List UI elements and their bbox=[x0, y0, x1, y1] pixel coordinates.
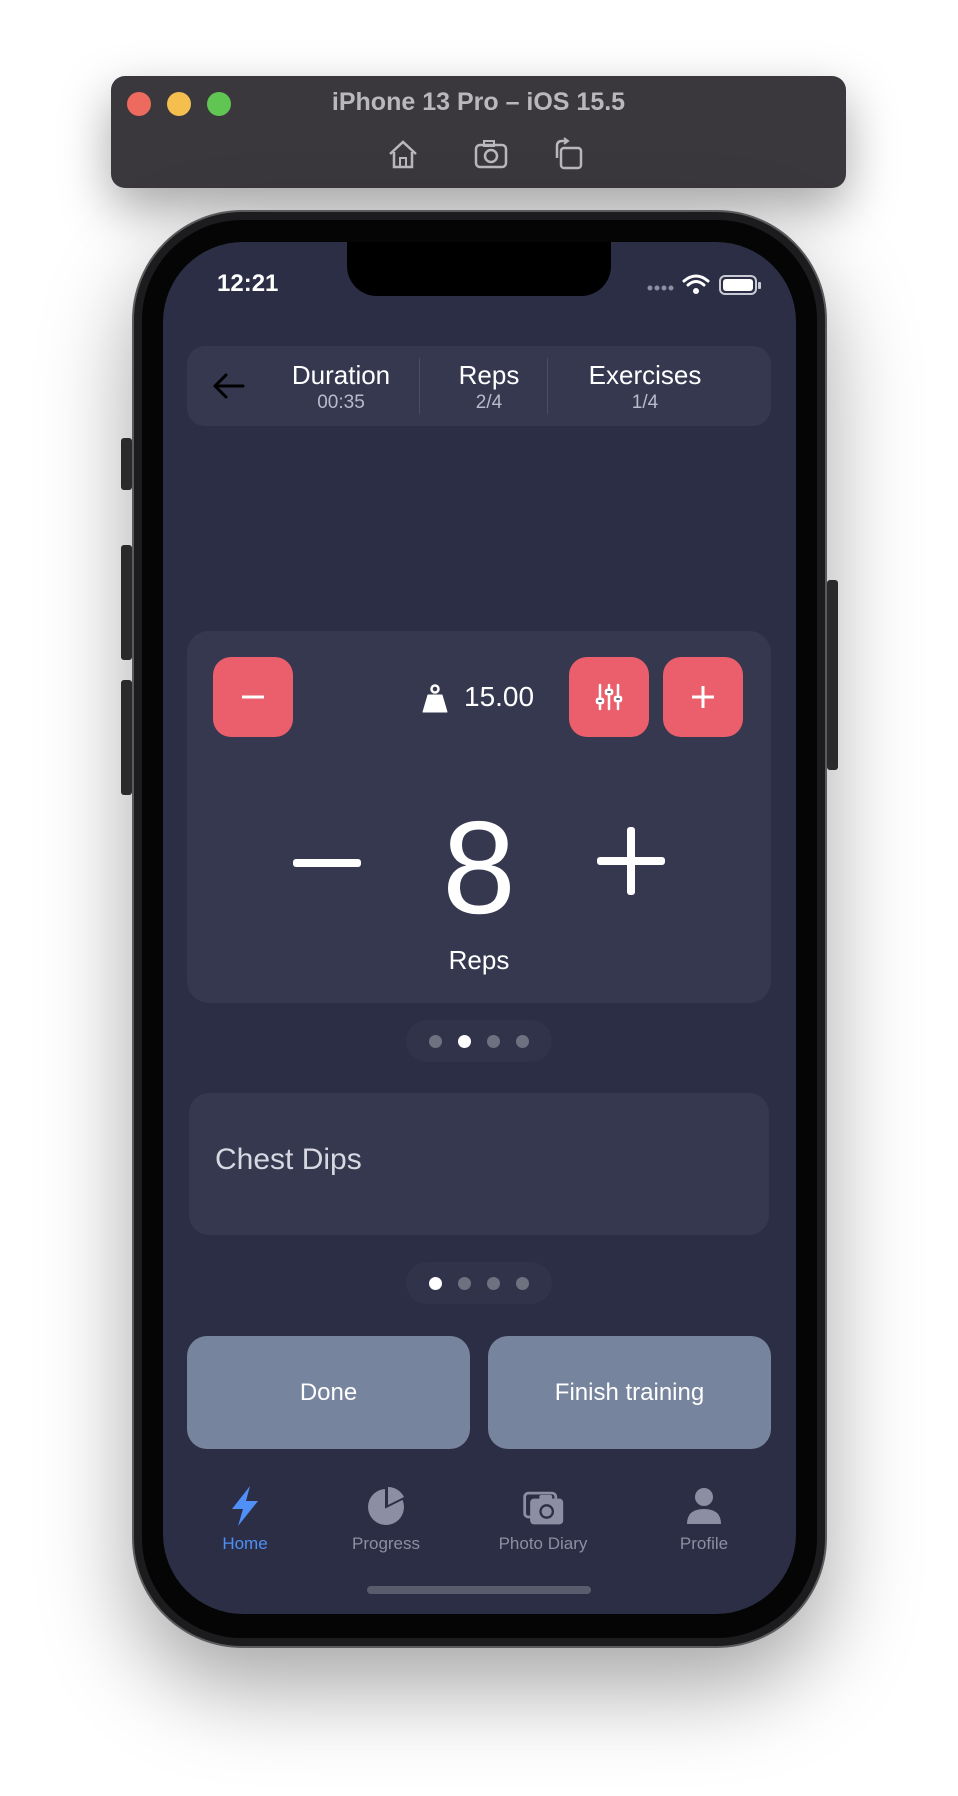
tab-profile-label: Profile bbox=[679, 1534, 729, 1553]
camera-icon bbox=[523, 1491, 564, 1525]
set-pager-dot[interactable] bbox=[429, 1034, 442, 1048]
status-icons bbox=[647, 274, 761, 295]
signal-icon bbox=[647, 285, 674, 291]
finish-training-button[interactable]: Finish training bbox=[488, 1336, 771, 1449]
simulator-title: iPhone 13 Pro – iOS 15.5 bbox=[331, 88, 626, 116]
workout-stats-header: Duration 00:35 Reps 2/4 Exercises 1/4 bbox=[187, 346, 771, 426]
status-time: 12:21 bbox=[217, 270, 279, 297]
increase-weight-button[interactable] bbox=[663, 657, 743, 737]
screenshot-icon[interactable] bbox=[473, 136, 509, 172]
set-pager bbox=[406, 1020, 552, 1062]
lightning-icon bbox=[232, 1486, 258, 1526]
exercise-pager-dot[interactable] bbox=[487, 1276, 500, 1290]
home-indicator[interactable] bbox=[367, 1586, 591, 1594]
exercise-pager-dot[interactable] bbox=[429, 1276, 442, 1290]
reps-count: 8 bbox=[442, 794, 516, 941]
weight-value: 15.00 bbox=[464, 681, 535, 712]
stat-exercises-title: Exercises bbox=[588, 360, 702, 390]
kettlebell-icon bbox=[422, 684, 448, 713]
set-pager-dot[interactable] bbox=[487, 1034, 500, 1048]
pie-chart-icon bbox=[368, 1487, 404, 1525]
stat-exercises-value: 1/4 bbox=[631, 392, 659, 413]
done-button[interactable]: Done bbox=[187, 1336, 470, 1449]
stat-exercises: Exercises 1/4 bbox=[565, 360, 725, 416]
volume-up-button bbox=[121, 545, 132, 660]
stat-duration-value: 00:35 bbox=[317, 392, 365, 413]
wifi-dot bbox=[693, 288, 699, 294]
wifi-icon bbox=[682, 274, 710, 287]
power-button bbox=[827, 580, 838, 770]
plus-icon bbox=[692, 686, 714, 708]
tab-home-label: Home bbox=[222, 1534, 268, 1553]
volume-down-button bbox=[121, 680, 132, 795]
stat-divider bbox=[419, 358, 420, 414]
tab-progress-label: Progress bbox=[351, 1534, 421, 1553]
adjust-settings-button[interactable] bbox=[569, 657, 649, 737]
exercise-pager bbox=[406, 1262, 552, 1304]
sliders-icon bbox=[595, 683, 623, 711]
set-pager-dot[interactable] bbox=[516, 1034, 529, 1048]
person-icon bbox=[687, 1488, 721, 1524]
battery-icon bbox=[719, 275, 761, 295]
rotate-icon[interactable] bbox=[551, 136, 587, 172]
tab-photo-diary[interactable]: Photo Diary bbox=[478, 1484, 608, 1554]
increase-reps-button[interactable] bbox=[597, 827, 665, 895]
stat-duration-title: Duration bbox=[291, 360, 391, 390]
notch bbox=[347, 242, 611, 296]
set-card: 15.00 8 Reps bbox=[187, 631, 771, 1003]
exercise-name: Chest Dips bbox=[215, 1143, 362, 1176]
reps-label: Reps bbox=[448, 945, 510, 975]
tab-photo-diary-label: Photo Diary bbox=[498, 1534, 588, 1553]
stat-reps: Reps 2/4 bbox=[433, 360, 545, 416]
tab-profile[interactable]: Profile bbox=[639, 1484, 769, 1554]
stat-reps-title: Reps bbox=[458, 360, 520, 390]
exercise-pager-dot[interactable] bbox=[516, 1276, 529, 1290]
decrease-weight-button[interactable] bbox=[213, 657, 293, 737]
exercise-pager-dot[interactable] bbox=[458, 1276, 471, 1290]
stat-divider bbox=[547, 358, 548, 414]
tab-progress[interactable]: Progress bbox=[321, 1484, 451, 1554]
stat-duration: Duration 00:35 bbox=[271, 360, 411, 416]
arrow-left-icon[interactable] bbox=[211, 370, 247, 402]
mute-switch bbox=[121, 438, 132, 490]
simulator-title-bar: iPhone 13 Pro – iOS 15.5 bbox=[111, 76, 846, 188]
stat-reps-value: 2/4 bbox=[475, 392, 503, 413]
home-icon[interactable] bbox=[385, 136, 421, 172]
tab-home[interactable]: Home bbox=[180, 1484, 310, 1554]
minus-icon bbox=[242, 695, 264, 699]
decrease-reps-button[interactable] bbox=[293, 859, 361, 867]
exercise-card[interactable]: Chest Dips bbox=[189, 1093, 769, 1235]
set-pager-dot[interactable] bbox=[458, 1034, 471, 1048]
app-screen: 12:21 Duration 00:35 Reps 2/4 Exercises … bbox=[163, 242, 796, 1614]
